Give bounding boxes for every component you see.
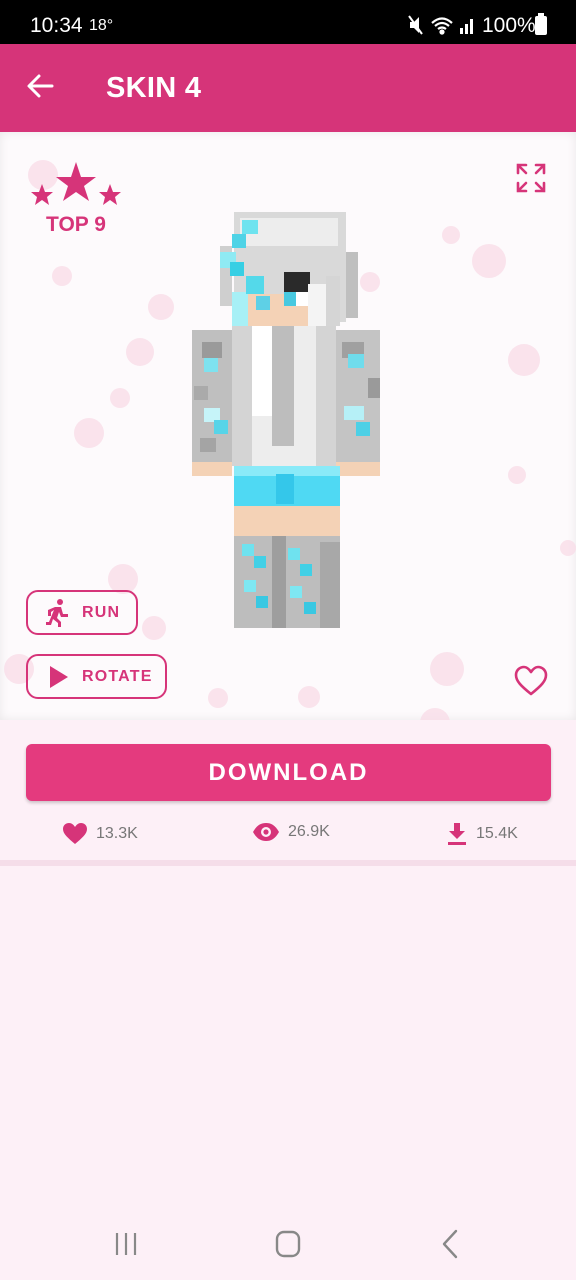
stats-row: 13.3K 26.9K 15.4K bbox=[0, 818, 576, 858]
bubble bbox=[74, 418, 104, 448]
fullscreen-icon[interactable] bbox=[515, 162, 547, 194]
heart-icon bbox=[63, 823, 87, 844]
download-label: DOWNLOAD bbox=[208, 758, 369, 786]
downloads-count: 15.4K bbox=[476, 825, 518, 842]
download-icon bbox=[448, 823, 466, 845]
bubble bbox=[110, 388, 130, 408]
likes-stat: 13.3K bbox=[62, 822, 138, 846]
running-person-icon bbox=[46, 598, 68, 627]
rotate-label: ROTATE bbox=[82, 667, 153, 685]
bubble bbox=[52, 266, 72, 286]
views-stat: 26.9K bbox=[252, 822, 330, 842]
wifi-icon bbox=[431, 17, 453, 35]
back-chevron-icon[interactable] bbox=[430, 1228, 470, 1260]
battery-icon bbox=[535, 13, 547, 35]
star-icon bbox=[31, 162, 121, 205]
bubble bbox=[508, 344, 540, 376]
arrow-left-icon[interactable] bbox=[22, 68, 58, 104]
rotate-button[interactable]: ROTATE bbox=[26, 654, 167, 699]
likes-count: 13.3K bbox=[96, 825, 138, 842]
bubble bbox=[298, 686, 320, 708]
heart-outline-icon[interactable] bbox=[513, 664, 549, 698]
divider bbox=[0, 860, 576, 866]
download-button[interactable]: DOWNLOAD bbox=[26, 744, 551, 801]
bubble bbox=[442, 226, 460, 244]
page-title: SKIN 4 bbox=[106, 72, 202, 104]
signal-icon bbox=[460, 19, 473, 34]
home-icon[interactable] bbox=[268, 1228, 308, 1260]
mute-icon bbox=[408, 15, 423, 35]
rank-label: TOP 9 bbox=[46, 213, 106, 236]
bubble bbox=[430, 652, 464, 686]
skin-model bbox=[192, 212, 380, 628]
eye-icon bbox=[253, 823, 279, 841]
bubble bbox=[560, 540, 576, 556]
run-label: RUN bbox=[82, 603, 121, 621]
views-count: 26.9K bbox=[288, 823, 330, 840]
bubble bbox=[472, 244, 506, 278]
bubble bbox=[420, 708, 450, 720]
status-icons bbox=[408, 15, 473, 35]
recents-icon[interactable] bbox=[106, 1228, 146, 1260]
bubble bbox=[126, 338, 154, 366]
skin-preview[interactable]: TOP 9 RUN ROTATE bbox=[0, 132, 576, 720]
bubble bbox=[142, 616, 166, 640]
status-temperature: 18° bbox=[89, 17, 114, 34]
system-nav-bar bbox=[0, 1208, 576, 1280]
bubble bbox=[508, 466, 526, 484]
run-button[interactable]: RUN bbox=[26, 590, 138, 635]
bubble bbox=[148, 294, 174, 320]
battery-percent: 100% bbox=[482, 14, 536, 37]
status-time: 10:34 bbox=[30, 14, 83, 37]
app-bar: SKIN 4 bbox=[0, 44, 576, 132]
status-bar: 10:34 18° 100% bbox=[0, 0, 576, 44]
downloads-stat: 15.4K bbox=[446, 822, 518, 846]
play-icon bbox=[50, 665, 68, 688]
bubble bbox=[208, 688, 228, 708]
